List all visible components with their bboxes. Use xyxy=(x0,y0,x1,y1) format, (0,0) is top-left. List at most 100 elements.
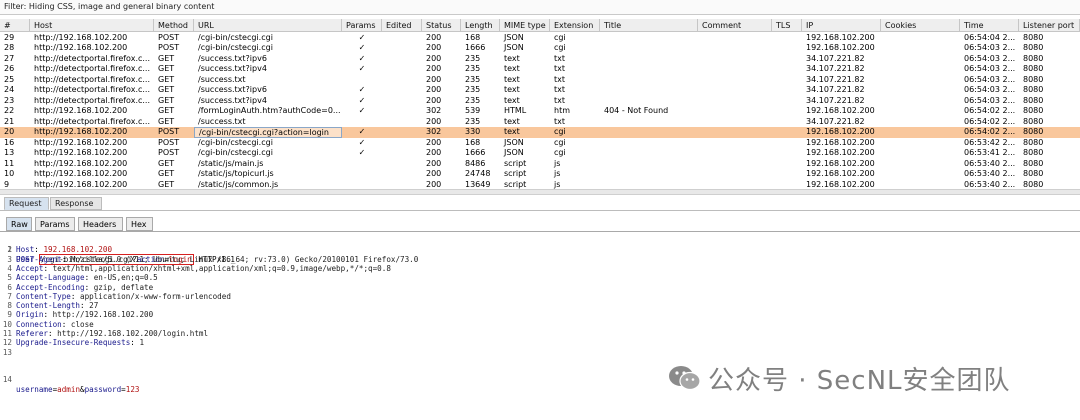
cell-listener-port: 8080 xyxy=(1023,127,1044,136)
header-cookies[interactable]: Cookies xyxy=(881,19,960,32)
cell-method: POST xyxy=(158,43,180,52)
cell-time: 06:54:02 2... xyxy=(964,127,1016,136)
cell-mime-type: text xyxy=(504,85,520,94)
cell-time: 06:53:41 2... xyxy=(964,148,1016,157)
cell-url: /cgi-bin/cstecgi.cgi xyxy=(198,148,273,157)
header-length[interactable]: Length xyxy=(461,19,500,32)
header-params[interactable]: Params xyxy=(342,19,382,32)
cell-extension: cgi xyxy=(554,127,566,136)
table-row[interactable]: 24 http://detectportal.firefox.c... GET/su… xyxy=(0,85,1080,96)
header-name: Accept-Language xyxy=(16,273,85,283)
table-row[interactable]: 27 http://detectportal.firefox.c... GET/su… xyxy=(0,54,1080,65)
cell-method: GET xyxy=(158,116,175,126)
cell-host: http://detectportal.firefox.c... xyxy=(34,116,151,126)
cell-time: 06:54:02 2... xyxy=(964,106,1016,115)
table-row[interactable]: 9 http://192.168.102.200 GET/static/js/com… xyxy=(0,180,1080,190)
cell-time: 06:53:40 2... xyxy=(964,169,1016,178)
cell-status: 200 xyxy=(426,95,442,105)
header-value: en-US,en;q=0.5 xyxy=(89,273,158,283)
header-host[interactable]: Host xyxy=(30,19,154,32)
cell-tls xyxy=(772,127,802,138)
table-row[interactable]: 22 http://192.168.102.200 GET/formLoginAut… xyxy=(0,106,1080,117)
tab-raw[interactable]: Raw xyxy=(6,217,32,231)
cell-params: ✓ xyxy=(358,137,366,147)
tab-params[interactable]: Params xyxy=(35,217,75,231)
tab-response[interactable]: Response xyxy=(50,197,102,210)
cell-ip: 192.168.102.200 xyxy=(806,32,875,42)
cell-params: ✓ xyxy=(358,32,366,42)
tab-request[interactable]: Request xyxy=(4,197,49,210)
header-title[interactable]: Title xyxy=(600,19,698,32)
header-num[interactable]: # xyxy=(0,19,30,32)
header-edited[interactable]: Edited xyxy=(382,19,422,32)
table-row[interactable]: 10 http://192.168.102.200 GET/static/js/to… xyxy=(0,169,1080,180)
header-text: Host: 192.168.102.200 xyxy=(16,245,112,254)
cell-length: 235 xyxy=(465,53,481,63)
header-url[interactable]: URL xyxy=(194,19,342,32)
cell-comment xyxy=(698,75,772,86)
cell-tls xyxy=(772,96,802,107)
cell-host: http://detectportal.firefox.c... xyxy=(34,64,151,73)
header-mime-type[interactable]: MIME type xyxy=(500,19,550,32)
request-line: 1 POST /cgi-bin/cstecgi.cgi?action=login… xyxy=(7,245,235,265)
cell-url: /success.txt xyxy=(198,116,246,126)
cell-edited xyxy=(382,180,422,190)
table-row[interactable]: 21 http://detectportal.firefox.c... GET/su… xyxy=(0,117,1080,128)
cell-num: 25 xyxy=(4,74,15,84)
cell-method: POST xyxy=(158,148,180,157)
header-value: http://192.168.102.200 xyxy=(48,310,154,320)
cell-status: 200 xyxy=(426,116,442,126)
cell-status: 302 xyxy=(426,127,442,136)
header-tls[interactable]: TLS xyxy=(772,19,802,32)
subtab-divider xyxy=(0,231,1080,232)
cell-host: http://192.168.102.200 xyxy=(34,169,128,178)
cell-url: /success.txt?ipv4 xyxy=(198,95,267,105)
table-row[interactable]: 28 http://192.168.102.200 POST/cgi-bin/cst… xyxy=(0,43,1080,54)
cell-listener-port: 8080 xyxy=(1023,106,1044,115)
table-row[interactable]: 16 http://192.168.102.200 POST/cgi-bin/cst… xyxy=(0,138,1080,149)
pane-splitter[interactable] xyxy=(0,189,1080,195)
table-row[interactable]: 11 http://192.168.102.200 GET/static/js/ma… xyxy=(0,159,1080,170)
cell-num: 9 xyxy=(4,179,10,189)
header-ip[interactable]: IP xyxy=(802,19,881,32)
cell-num: 20 xyxy=(4,127,15,136)
cell-params: ✓ xyxy=(358,148,366,157)
table-row[interactable]: 25 http://detectportal.firefox.c... GET/su… xyxy=(0,75,1080,86)
header-value: gzip, deflate xyxy=(89,282,154,292)
line-number: 12 xyxy=(2,338,12,348)
cell-tls xyxy=(772,85,802,96)
cell-cookies xyxy=(881,43,960,54)
table-row[interactable]: 23 http://detectportal.firefox.c... GET/su… xyxy=(0,96,1080,107)
cell-title xyxy=(600,127,698,138)
cell-time: 06:54:03 2... xyxy=(964,43,1016,52)
header-status[interactable]: Status xyxy=(422,19,461,32)
table-row[interactable]: 26 http://detectportal.firefox.c... GET/su… xyxy=(0,64,1080,75)
header-value: text/html,application/xhtml+xml,applicat… xyxy=(48,263,391,273)
cell-url: /static/js/main.js xyxy=(198,158,264,168)
cell-host: http://detectportal.firefox.c... xyxy=(34,85,151,94)
table-row[interactable]: 13 http://192.168.102.200 POST/cgi-bin/cst… xyxy=(0,148,1080,159)
cell-comment xyxy=(698,148,772,159)
tab-headers[interactable]: Headers xyxy=(78,217,123,231)
cell-title xyxy=(600,138,698,149)
header-extension[interactable]: Extension xyxy=(550,19,600,32)
table-row[interactable]: 29 http://192.168.102.200 POST/cgi-bin/cst… xyxy=(0,33,1080,44)
cell-ip: 192.168.102.200 xyxy=(806,179,875,189)
header-listener-port[interactable]: Listener port xyxy=(1019,19,1080,32)
table-row-selected[interactable]: 20 http://192.168.102.200 POST/cgi-bin/cst… xyxy=(0,127,1080,138)
proxy-history-table[interactable]: # Host Method URL Params Edited Status Length MI… xyxy=(0,19,1080,189)
cell-ip: 192.168.102.200 xyxy=(806,106,875,115)
header-comment[interactable]: Comment xyxy=(698,19,772,32)
header-time[interactable]: Time xyxy=(960,19,1019,32)
filter-bar[interactable]: Filter: Hiding CSS, image and general bi… xyxy=(0,0,1080,15)
cell-time: 06:54:03 2... xyxy=(964,85,1016,94)
tab-hex[interactable]: Hex xyxy=(126,217,153,231)
cell-title xyxy=(600,96,698,107)
cell-extension: cgi xyxy=(554,137,566,147)
header-method[interactable]: Method xyxy=(154,19,194,32)
cell-length: 1666 xyxy=(465,43,486,52)
cell-tls xyxy=(772,180,802,190)
cell-extension: js xyxy=(554,158,561,168)
cell-url: /success.txt?ipv4 xyxy=(198,64,267,73)
cell-method: GET xyxy=(158,64,175,73)
